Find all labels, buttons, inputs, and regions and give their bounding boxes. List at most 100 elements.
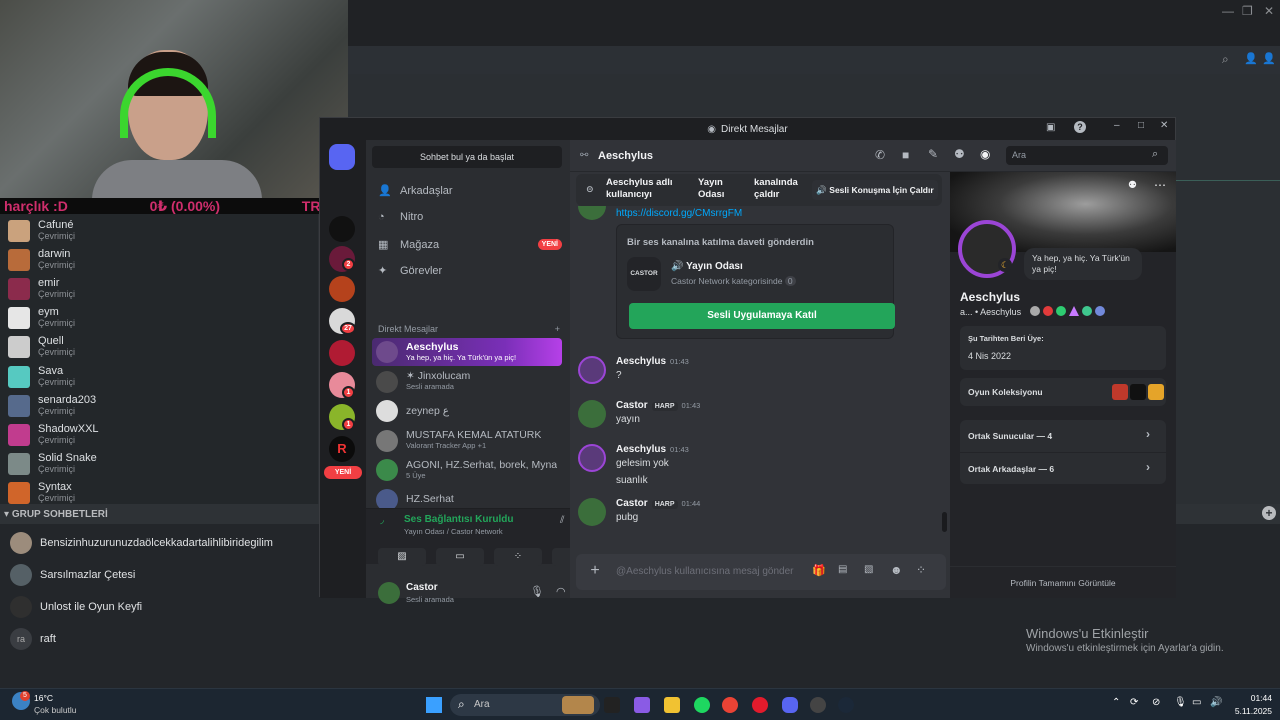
camera-off-button[interactable]: ▨	[378, 548, 426, 566]
server-icon[interactable]	[329, 276, 355, 302]
screen-share-button[interactable]: ▭	[436, 548, 484, 566]
nav-nitro[interactable]: ◔ Nitro	[378, 211, 562, 223]
clock-time[interactable]: 01:44	[1232, 693, 1272, 703]
friend-item[interactable]: Cafuné Çevrimiçi	[8, 216, 75, 245]
badge-icon[interactable]	[1056, 306, 1066, 316]
server-icon[interactable]	[329, 340, 355, 366]
avatar[interactable]	[578, 400, 606, 428]
clock-date[interactable]: 5.11.2025	[1224, 706, 1272, 716]
dm-item[interactable]: Aeschylus Ya hep, ya hiç. Ya Türk'ün ya p…	[372, 338, 562, 366]
chrome-icon[interactable]	[722, 697, 738, 713]
opera-icon[interactable]	[752, 697, 768, 713]
steam-icon[interactable]	[838, 697, 854, 713]
add-group-icon[interactable]: +	[1262, 506, 1276, 520]
friend-item[interactable]: Quell Çevrimiçi	[8, 333, 75, 362]
noise-suppression-icon[interactable]: ⫽	[560, 515, 564, 526]
game-collection[interactable]: Oyun Koleksiyonu	[960, 378, 1166, 406]
tray-app-icon[interactable]: ⟳	[1130, 697, 1138, 708]
clan-tag[interactable]: HARP	[651, 402, 678, 411]
add-friend-icon[interactable]: ⚉	[954, 147, 965, 161]
game-icon[interactable]	[1148, 384, 1164, 400]
discord-icon[interactable]	[782, 697, 798, 713]
gif-icon[interactable]: ▤	[838, 564, 847, 575]
activities-button[interactable]: ⁘	[494, 548, 542, 566]
dm-item[interactable]: zeynep ع	[372, 397, 562, 425]
call-icon[interactable]: ✆	[875, 148, 885, 162]
tray-app-icon[interactable]: ⊘	[1152, 697, 1160, 708]
dm-item[interactable]: ✶ Jinxolucam Sesli aramada	[372, 368, 562, 396]
friend-item[interactable]: senarda203 Çevrimiçi	[8, 391, 96, 420]
message-input[interactable]: + @Aeschylus kullanıcısına mesaj gönder …	[576, 554, 946, 590]
tray-overflow-icon[interactable]: ⌃	[1112, 697, 1120, 708]
mutual-friends[interactable]: Ortak Arkadaşlar — 6 ›	[960, 452, 1166, 484]
maximize-button[interactable]: □	[1138, 120, 1144, 131]
dm-item[interactable]: MUSTAFA KEMAL ATATÜRK Valorant Tracker Ap…	[372, 427, 562, 455]
message-author[interactable]: Aeschylus 01:43	[616, 356, 689, 367]
badge-icon[interactable]	[1030, 306, 1040, 316]
help-icon[interactable]: ?	[1074, 121, 1086, 133]
friend-item[interactable]: Solid Snake Çevrimiçi	[8, 450, 97, 479]
search-icon[interactable]: ⌕	[1222, 52, 1229, 67]
microphone-icon[interactable]: 🎙	[530, 585, 544, 598]
pin-icon[interactable]: ✎	[928, 147, 938, 161]
badge-icon[interactable]	[1069, 306, 1079, 316]
nav-quests[interactable]: ✦ Görevler	[378, 264, 562, 278]
message-author[interactable]: Aeschylus 01:43	[616, 444, 689, 455]
view-full-profile-button[interactable]: Profilin Tamamını Görüntüle	[950, 566, 1176, 598]
find-conversation-button[interactable]: Sohbet bul ya da başlat	[372, 146, 562, 168]
ring-button[interactable]: 🔊 Sesli Konuşma İçin Çaldır	[812, 180, 938, 200]
app-icon[interactable]	[810, 697, 826, 713]
maximize-button[interactable]: ❐	[1242, 4, 1253, 18]
message-author[interactable]: Castor HARP 01:43	[616, 400, 700, 411]
server-icon[interactable]	[329, 216, 355, 242]
add-user-icon[interactable]: 👤	[1262, 52, 1276, 65]
voice-status[interactable]: Ses Bağlantısı Kuruldu	[404, 514, 513, 525]
signal-icon[interactable]: ◞	[380, 515, 384, 526]
search-input[interactable]: Ara ⌕	[1006, 146, 1168, 165]
game-icon[interactable]	[1112, 384, 1128, 400]
minimize-button[interactable]: –	[1114, 120, 1120, 131]
sticker-icon[interactable]: ▧	[864, 564, 873, 575]
task-view-icon[interactable]	[604, 697, 620, 713]
taskbar-search[interactable]: ⌕ Ara	[450, 694, 600, 716]
mutual-servers[interactable]: Ortak Sunucular — 4 ›	[960, 420, 1166, 452]
copilot-icon[interactable]	[634, 697, 650, 713]
headphones-icon[interactable]: ◠	[556, 585, 566, 598]
close-button[interactable]: ✕	[1264, 4, 1274, 18]
file-explorer-icon[interactable]	[664, 697, 680, 713]
emoji-icon[interactable]: ☻	[890, 563, 903, 577]
voice-channel[interactable]: Yayın Odası / Castor Network	[404, 527, 503, 536]
dm-item[interactable]: AGONİ, HZ.Serhat, borek, Myna 5 Üye	[372, 456, 562, 484]
friend-item[interactable]: darwin Çevrimiçi	[8, 245, 75, 274]
friend-item[interactable]: emir Çevrimiçi	[8, 274, 75, 303]
avatar[interactable]	[578, 444, 606, 472]
home-button[interactable]	[329, 144, 355, 170]
more-icon[interactable]: ⋯	[1154, 178, 1166, 192]
inbox-icon[interactable]: ▣	[1046, 122, 1055, 133]
group-chat-item[interactable]: Bensizinhuzurunuzdaölcekkadartalihlibiri…	[10, 532, 273, 554]
message-author[interactable]: Castor HARP 01:44	[616, 498, 700, 509]
scrollbar[interactable]	[942, 512, 947, 532]
user-icon[interactable]: 👤	[1244, 52, 1258, 65]
game-icon[interactable]	[1130, 384, 1146, 400]
avatar[interactable]	[578, 206, 606, 220]
create-dm-icon[interactable]: +	[555, 324, 560, 334]
video-icon[interactable]: ■	[902, 148, 909, 162]
network-icon[interactable]: ▭	[1192, 697, 1201, 708]
badge-icon[interactable]	[1095, 306, 1105, 316]
gift-icon[interactable]: 🎁	[812, 564, 826, 577]
invite-link[interactable]: https://discord.gg/CMsrrgFM	[616, 208, 742, 219]
minimize-button[interactable]: —	[1222, 4, 1234, 18]
badge-icon[interactable]	[1082, 306, 1092, 316]
nav-friends[interactable]: 👤 Arkadaşlar	[378, 184, 562, 198]
group-chat-item[interactable]: ra raft	[10, 628, 56, 650]
microphone-icon[interactable]: 🎙	[1174, 697, 1187, 708]
avatar[interactable]	[578, 498, 606, 526]
user-profile-icon[interactable]: ◉	[980, 147, 990, 161]
apps-icon[interactable]: ⁘	[916, 563, 926, 577]
spotify-icon[interactable]	[694, 697, 710, 713]
close-button[interactable]: ✕	[1160, 120, 1168, 131]
weather-temp[interactable]: 16°C	[34, 693, 53, 703]
clan-tag[interactable]: HARP	[651, 500, 678, 509]
nav-shop[interactable]: ▦ Mağaza YENİ	[378, 238, 562, 251]
